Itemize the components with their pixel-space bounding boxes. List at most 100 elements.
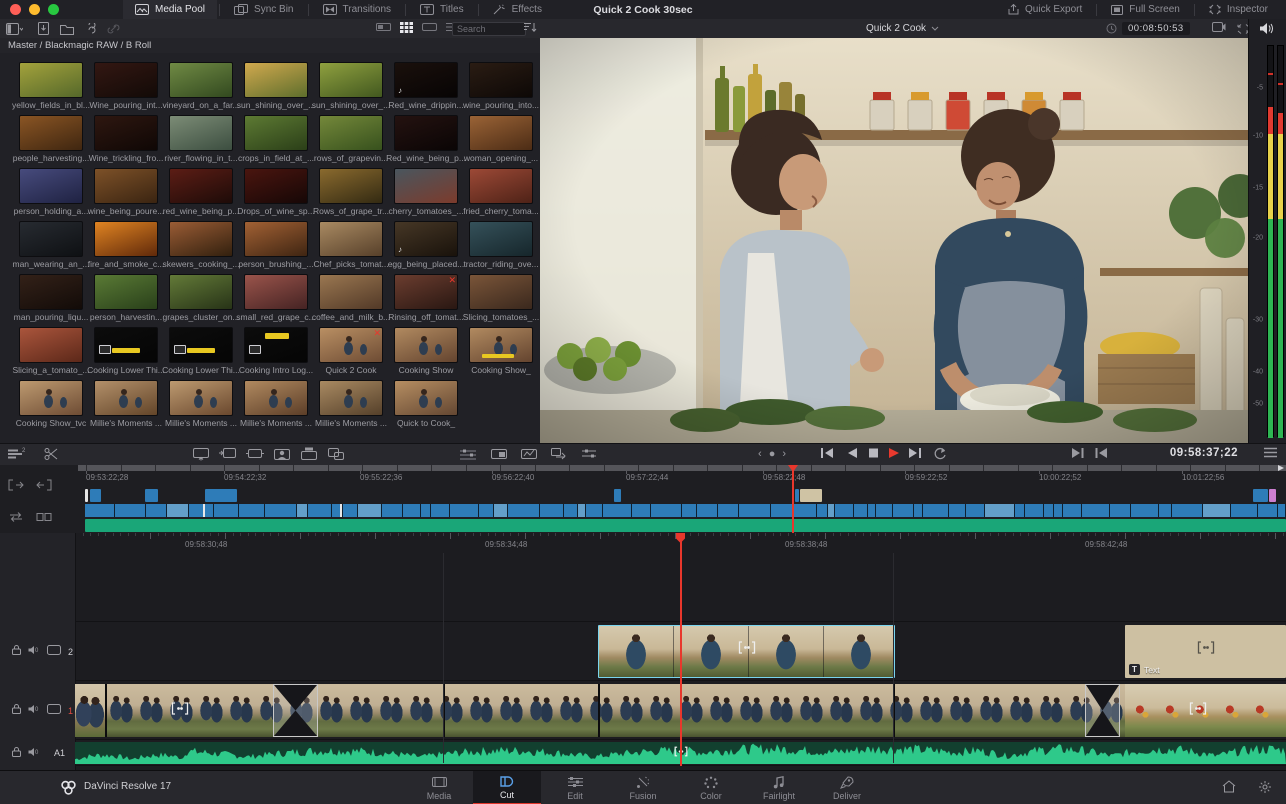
timeline-options-menu-icon[interactable]	[1264, 447, 1277, 458]
media-clip[interactable]: Drops_of_wine_sp...	[239, 168, 313, 218]
media-pool-button[interactable]: Media Pool	[123, 0, 217, 19]
page-media[interactable]: Media	[405, 771, 473, 804]
media-clip[interactable]: person_holding_a...	[14, 168, 88, 218]
mute-icon[interactable]: 0	[28, 645, 40, 658]
media-clip[interactable]: crops_in_field_at_...	[239, 115, 313, 165]
lock-icon[interactable]	[12, 645, 21, 658]
relink-media-button[interactable]	[84, 23, 97, 35]
media-clip[interactable]: red_wine_being_p...	[164, 168, 238, 218]
smart-insert-icon[interactable]	[192, 447, 210, 461]
video-enable-icon[interactable]	[47, 645, 61, 658]
media-clip[interactable]: people_harvesting...	[14, 115, 88, 165]
overview-clip[interactable]	[1253, 489, 1268, 502]
media-clip[interactable]: Wine_pouring_int...	[89, 62, 163, 112]
overview-clip[interactable]	[795, 489, 799, 502]
match-frame-icon[interactable]	[1095, 447, 1108, 459]
media-clip[interactable]: man_wearing_an_...	[14, 221, 88, 271]
timeline-view-icon[interactable]: 2	[8, 447, 26, 461]
transition-tool-icon[interactable]	[490, 447, 508, 461]
search-input[interactable]	[452, 22, 526, 36]
overview-clip[interactable]	[800, 489, 822, 502]
filmstrip-view-button[interactable]	[422, 22, 437, 35]
transitions-button[interactable]: Transitions	[311, 0, 404, 19]
overview-clip[interactable]	[614, 489, 621, 502]
transition-indicator[interactable]	[273, 684, 318, 737]
overview-clip[interactable]	[85, 489, 88, 502]
overview-playhead-line[interactable]	[792, 465, 794, 533]
media-clip[interactable]: Cooking Show_tvc	[14, 380, 88, 430]
play-button[interactable]	[888, 447, 900, 459]
media-clip[interactable]: sun_shining_over_...	[239, 62, 313, 112]
effects-button[interactable]: Effects	[481, 0, 554, 19]
quick-export-button[interactable]: Quick Export	[996, 0, 1094, 19]
close-up-icon[interactable]	[273, 447, 291, 461]
media-clip[interactable]: rows_of_grapevin...	[314, 115, 388, 165]
page-color[interactable]: Color	[677, 771, 745, 804]
speaker-icon[interactable]	[1259, 22, 1274, 38]
overview-video-track1[interactable]	[85, 504, 1286, 517]
media-clip[interactable]: cherry_tomatoes_...	[389, 168, 463, 218]
overview-ruler-strip[interactable]	[78, 465, 1286, 471]
append-icon[interactable]	[219, 447, 237, 461]
viewer-preview[interactable]	[540, 38, 1248, 443]
media-clip[interactable]: ✕Rinsing_off_tomat...	[389, 274, 463, 324]
window-close-button[interactable]	[10, 4, 21, 15]
media-clip[interactable]: person_brushing_...	[239, 221, 313, 271]
scrub-control[interactable]: ‹ ● ›	[758, 448, 788, 460]
media-clip[interactable]: vineyard_on_a_far...	[164, 62, 238, 112]
thumbnail-view-button[interactable]	[400, 22, 413, 36]
track-header-a1[interactable]: 0 A1	[0, 742, 75, 764]
media-clip[interactable]: ♪Red_wine_drippin...	[389, 62, 463, 112]
media-clip[interactable]: woman_opening_...	[464, 115, 538, 165]
viewer-tools-icon[interactable]	[550, 447, 566, 461]
video-enable-icon[interactable]	[47, 704, 61, 717]
window-zoom-button[interactable]	[48, 4, 59, 15]
viewer-timecode[interactable]: 00:08:50:53	[1122, 22, 1190, 35]
lock-icon[interactable]	[12, 747, 21, 760]
media-clip[interactable]: river_flowing_in_t...	[164, 115, 238, 165]
next-edit-icon[interactable]	[1071, 447, 1084, 459]
strip-view-button[interactable]	[376, 22, 391, 35]
media-clip[interactable]: tractor_riding_ove...	[464, 221, 538, 271]
media-clip[interactable]: Millie's Moments ...	[239, 380, 313, 430]
media-clip[interactable]: Quick to Cook_	[389, 380, 463, 430]
mute-icon[interactable]: 0	[28, 747, 40, 760]
mark-in-icon[interactable]	[8, 479, 24, 494]
overview-audio-track[interactable]	[85, 519, 1286, 532]
lock-icon[interactable]	[12, 704, 21, 717]
page-edit[interactable]: Edit	[541, 771, 609, 804]
link-clips-button[interactable]	[107, 23, 120, 35]
media-clip[interactable]: Cooking Intro Log...	[239, 327, 313, 377]
page-fairlight[interactable]: Fairlight	[745, 771, 813, 804]
bin-list-button[interactable]	[6, 23, 23, 35]
window-minimize-button[interactable]	[29, 4, 40, 15]
place-on-top-icon[interactable]	[300, 447, 318, 461]
media-clip[interactable]: person_harvestin...	[89, 274, 163, 324]
media-clip[interactable]: Wine_trickling_fro...	[89, 115, 163, 165]
full-screen-button[interactable]: Full Screen	[1099, 0, 1192, 19]
media-clip[interactable]: grapes_cluster_on...	[164, 274, 238, 324]
swap-clips-icon[interactable]	[8, 511, 24, 526]
media-clip[interactable]: Millie's Moments ...	[164, 380, 238, 430]
overview-clip[interactable]	[205, 489, 237, 502]
media-clip[interactable]: yellow_fields_in_bl...	[14, 62, 88, 112]
media-clip[interactable]: wine_being_poure...	[89, 168, 163, 218]
scroll-right-icon[interactable]	[1277, 465, 1285, 471]
project-settings-icon[interactable]	[1258, 780, 1272, 797]
project-manager-icon[interactable]	[1222, 780, 1236, 797]
import-folder-button[interactable]	[60, 23, 74, 35]
overview-playhead-head[interactable]	[788, 465, 798, 472]
upper-timeline-overview[interactable]: 09:53:22;2809:54:22;3209:55:22;3609:56:2…	[0, 465, 1286, 533]
sort-button[interactable]	[524, 22, 537, 36]
timeline-clip-video2-selected[interactable]	[598, 625, 895, 678]
media-clip[interactable]: fire_and_smoke_c...	[89, 221, 163, 271]
overview-clip[interactable]	[90, 489, 101, 502]
overview-clip[interactable]	[1269, 489, 1276, 502]
track-header-v2[interactable]: 0 2	[0, 625, 75, 678]
ripple-overwrite-icon[interactable]	[246, 447, 264, 461]
page-deliver[interactable]: Deliver	[813, 771, 881, 804]
mark-out-icon[interactable]	[36, 479, 52, 494]
media-clip[interactable]: skewers_cooking_...	[164, 221, 238, 271]
media-clip[interactable]: man_pouring_liqu...	[14, 274, 88, 324]
inspector-button[interactable]: Inspector	[1197, 0, 1280, 19]
